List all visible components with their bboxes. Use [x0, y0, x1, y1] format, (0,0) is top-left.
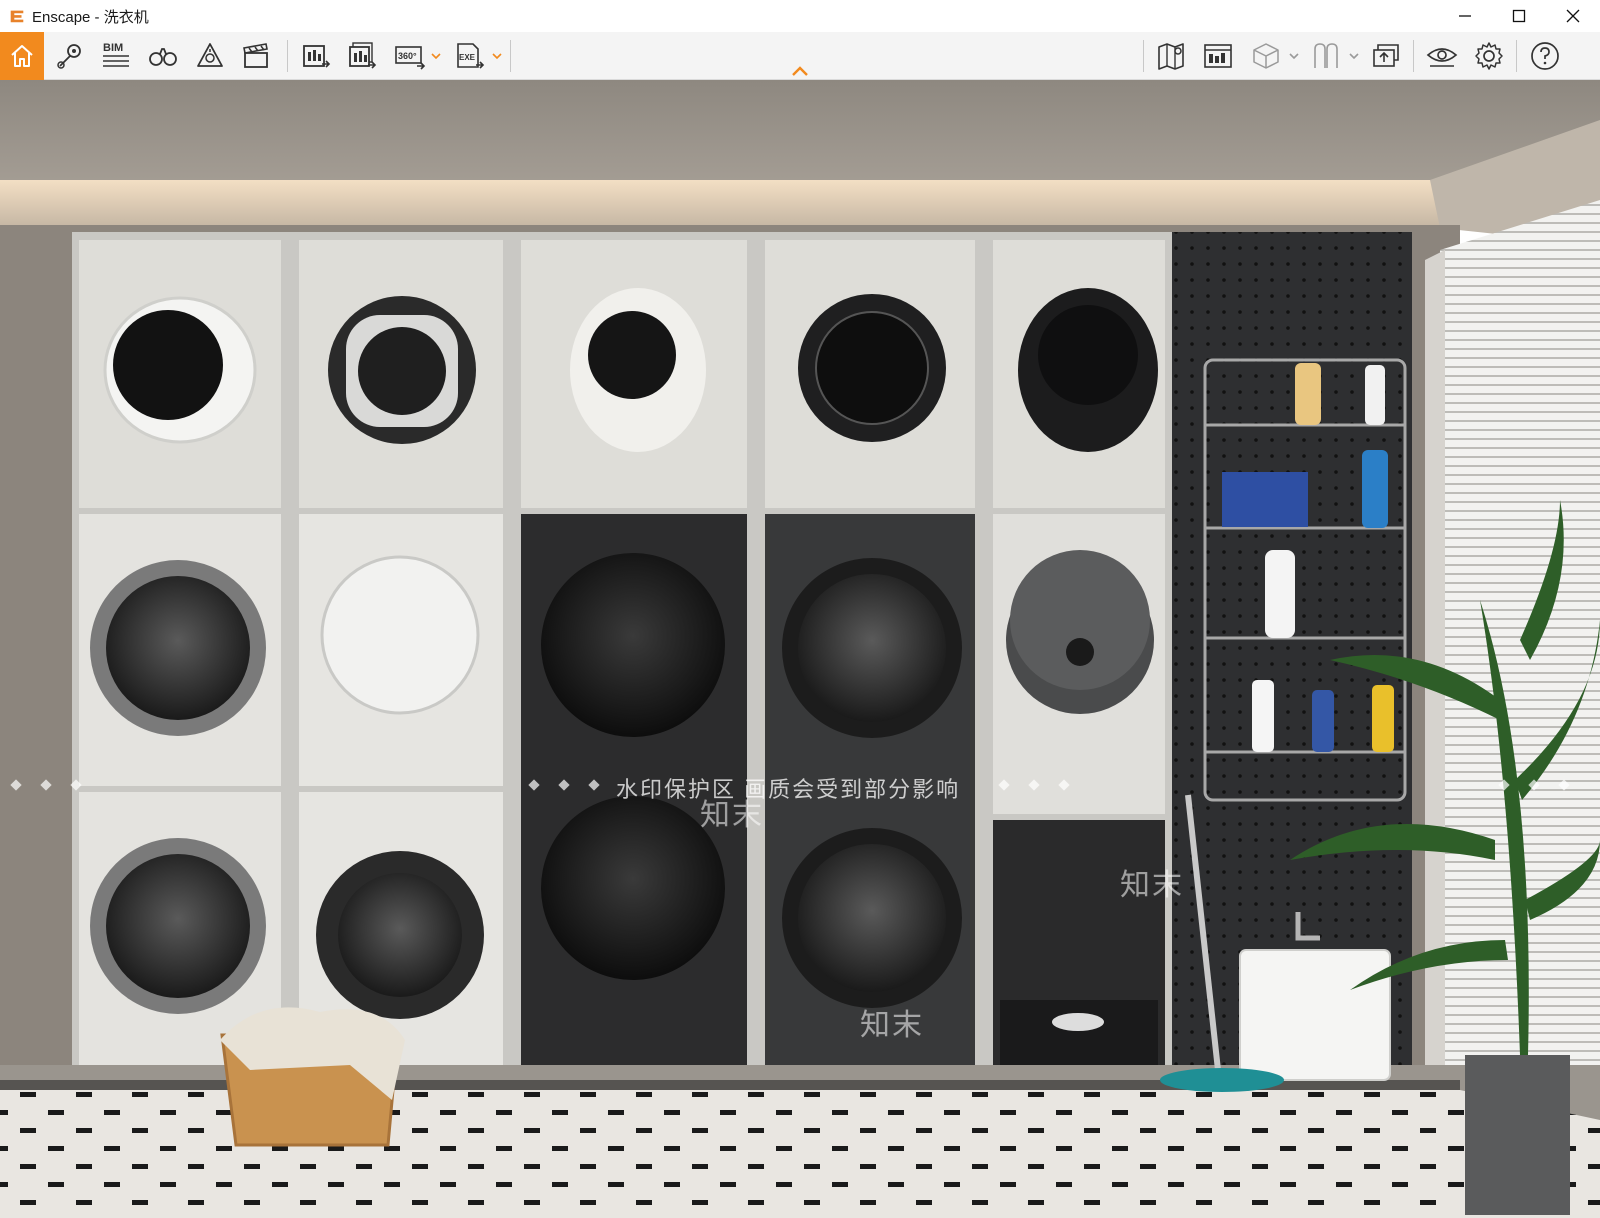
panorama-360-icon: 360°: [395, 46, 426, 70]
watermark-brand: 知末: [700, 799, 764, 832]
toolbar-separator: [1516, 40, 1517, 72]
gear-icon: [1475, 42, 1503, 70]
watermark-notice: 水印保护区 画质会受到部分影响: [616, 777, 961, 802]
cube-icon: [1253, 43, 1279, 69]
panorama-button[interactable]: 360°: [390, 32, 430, 80]
minimize-button[interactable]: [1438, 0, 1492, 32]
materials-icon: [1314, 43, 1338, 68]
minimize-icon: [1459, 15, 1471, 17]
help-icon: [1531, 42, 1559, 70]
window-title: Enscape - 洗衣机: [32, 8, 149, 26]
maximize-icon: [1512, 9, 1526, 23]
bim-label: BIM: [103, 42, 123, 54]
close-button[interactable]: [1546, 0, 1600, 32]
screenshot-button[interactable]: [296, 32, 336, 80]
views-button[interactable]: [50, 32, 90, 80]
eye-icon: [1426, 48, 1458, 67]
title-bar: Enscape - 洗衣机: [0, 0, 1600, 32]
window-controls: [1438, 0, 1600, 32]
help-button[interactable]: [1525, 32, 1565, 80]
render-export-icon: [303, 45, 331, 68]
rendered-scene: [0, 80, 1600, 1218]
toolbar-separator: [1143, 40, 1144, 72]
close-icon: [1566, 9, 1580, 23]
atmosphere-icon: [197, 43, 223, 67]
panorama-dropdown-icon[interactable]: [430, 50, 442, 62]
upload-button[interactable]: [1366, 32, 1406, 80]
toolbar-separator: [510, 40, 511, 72]
collapse-toolbar-icon[interactable]: [790, 64, 810, 78]
batch-render-icon: [349, 42, 377, 69]
enscape-logo-icon: [10, 10, 24, 23]
home-button[interactable]: [0, 32, 44, 80]
toolbar-separator: [287, 40, 288, 72]
walk-mode-button[interactable]: [143, 32, 183, 80]
materials-dropdown-icon[interactable]: [1348, 50, 1360, 62]
materials-button[interactable]: [1306, 32, 1346, 80]
minimap-button[interactable]: [1198, 32, 1238, 80]
export-exe-button[interactable]: EXE: [450, 32, 490, 80]
map-icon: [1158, 43, 1184, 70]
home-icon: [11, 45, 33, 67]
settings-button[interactable]: [1469, 32, 1509, 80]
binoculars-icon: [149, 48, 177, 66]
exe-export-icon: EXE: [457, 43, 485, 69]
exe-label: EXE: [459, 53, 476, 62]
panorama-label: 360°: [398, 51, 417, 61]
watermark-brand: 知末: [860, 1009, 924, 1042]
bim-button[interactable]: BIM: [96, 32, 136, 80]
atmosphere-button[interactable]: [190, 32, 230, 80]
export-dropdown-icon[interactable]: [491, 50, 503, 62]
batch-render-button[interactable]: [342, 32, 382, 80]
toolbar-separator: [1413, 40, 1414, 72]
location-pin-icon: [57, 44, 81, 69]
minimap-icon: [1204, 44, 1232, 68]
video-editor-button[interactable]: [236, 32, 276, 80]
upload-icon: [1373, 44, 1399, 67]
render-viewport[interactable]: 水印保护区 画质会受到部分影响 知末 知末 知末: [0, 80, 1600, 1218]
watermark-brand: 知末: [1120, 869, 1184, 902]
visual-settings-button[interactable]: [1422, 32, 1462, 80]
bim-icon: BIM: [103, 42, 129, 67]
clapperboard-icon: [243, 43, 268, 68]
maximize-button[interactable]: [1492, 0, 1546, 32]
asset-dropdown-icon[interactable]: [1288, 50, 1300, 62]
asset-library-button[interactable]: [1246, 32, 1286, 80]
map-button[interactable]: [1152, 32, 1192, 80]
